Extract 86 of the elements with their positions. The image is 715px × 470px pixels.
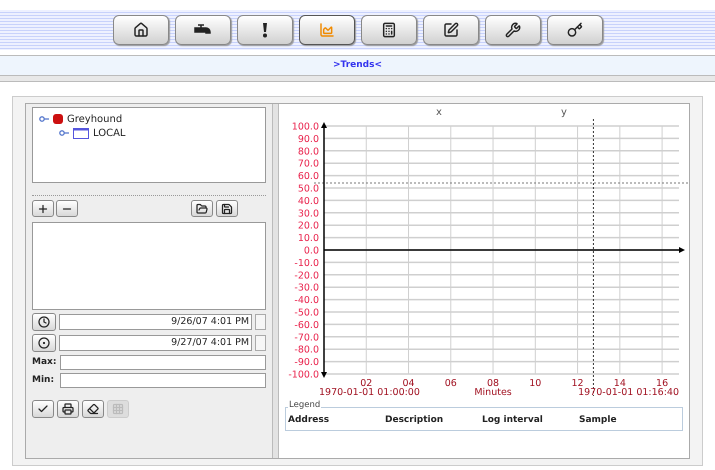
faucet-icon (194, 23, 212, 37)
y-tick-label: 100.0 (292, 122, 319, 132)
legend-column-header: Description (385, 414, 444, 426)
y-tick-label: -100.0 (288, 370, 319, 380)
toolbar-button[interactable] (191, 200, 214, 217)
toolbar-button[interactable] (298, 15, 354, 45)
end-time-label: 1970-01-01 01:16:40 (578, 387, 679, 398)
x-tick-label: 10 (529, 378, 542, 389)
wrench-icon (504, 22, 520, 38)
input-field[interactable] (60, 373, 266, 388)
legend-column-header: Address (288, 414, 330, 426)
y-tick-label: 80.0 (298, 146, 319, 158)
toolbar-button[interactable] (32, 200, 54, 217)
y-tick-label: 60.0 (298, 171, 319, 182)
key-icon (566, 22, 582, 38)
date-field[interactable]: 9/26/07 4:01 PM (59, 314, 252, 330)
area-chart-icon (318, 22, 334, 38)
x-tick-label: 12 (572, 378, 584, 389)
window-icon (73, 128, 89, 138)
toolbar-button[interactable] (546, 15, 602, 45)
tree-item[interactable]: LOCAL (93, 126, 126, 140)
toolbar-button[interactable] (112, 15, 168, 45)
y-tick-label: 90.0 (298, 134, 319, 145)
x-tick-label: 16 (656, 378, 668, 389)
action-button[interactable] (82, 400, 104, 418)
toolbar-button[interactable] (360, 15, 416, 45)
date-field[interactable]: 9/27/07 4:01 PM (59, 335, 252, 351)
field-label: Min: (32, 374, 56, 387)
toolbar-button[interactable] (56, 200, 78, 217)
input-field[interactable] (60, 355, 266, 370)
y-tick-label: -80.0 (294, 344, 319, 356)
legend-column-header: Sample (579, 414, 618, 426)
page-title: >Trends< (333, 58, 382, 72)
grid-icon (112, 403, 124, 415)
tree-handle-icon (59, 129, 69, 137)
y-tick-label: -30.0 (294, 282, 319, 294)
time-button[interactable] (32, 313, 56, 331)
edit-icon (442, 22, 458, 38)
y-tick-label: -60.0 (294, 320, 319, 331)
date-value: 9/26/07 4:01 PM (171, 314, 250, 329)
x-tick-label: 06 (444, 378, 457, 389)
save-icon (221, 202, 234, 214)
y-tick-label: 10.0 (298, 233, 319, 244)
y-tick-label: 20.0 (298, 220, 319, 232)
toolbar-button[interactable] (422, 15, 478, 45)
y-tick-label: 0.0 (304, 246, 319, 256)
calculator-icon (380, 22, 396, 38)
toolbar-button[interactable] (236, 15, 292, 45)
folder-icon (196, 202, 208, 214)
check-icon (37, 403, 49, 415)
y-tick-label: 40.0 (298, 196, 319, 207)
legend-column-header: Log interval (482, 414, 544, 426)
cursor-label: y (561, 107, 567, 118)
eraser-icon (87, 403, 99, 415)
start-time-label: 1970-01-01 01:00:00 (319, 387, 420, 398)
y-tick-label: -50.0 (294, 308, 319, 318)
x-tick-label: 04 (402, 378, 415, 389)
y-tick-label: -40.0 (294, 295, 319, 306)
date-value: 9/27/07 4:01 PM (171, 336, 250, 350)
y-tick-label: 70.0 (298, 158, 319, 170)
toolbar-button[interactable] (174, 15, 230, 45)
exclamation-icon (260, 22, 268, 38)
x-tick-label: 14 (614, 378, 626, 389)
database-icon (53, 113, 63, 125)
action-button[interactable] (32, 400, 54, 418)
y-tick-label: -90.0 (294, 357, 319, 368)
y-tick-label: 30.0 (298, 208, 319, 220)
legend-title: Legend (288, 401, 322, 410)
x-tick-label: 08 (487, 378, 500, 389)
plus-icon (37, 202, 49, 214)
y-tick-label: -70.0 (294, 332, 319, 344)
tree-handle-icon (39, 115, 49, 123)
x-tick-label: 02 (360, 378, 372, 389)
toolbar-button[interactable] (216, 200, 238, 217)
cursor-label: x (436, 107, 442, 118)
house-icon (132, 22, 148, 38)
time-button[interactable] (32, 334, 56, 352)
printer-icon (62, 403, 74, 415)
toolbar-button[interactable] (484, 15, 540, 45)
action-button[interactable] (57, 400, 79, 418)
y-tick-label: -20.0 (294, 270, 319, 282)
tree-item[interactable]: Greyhound (67, 112, 122, 126)
y-tick-label: 50.0 (298, 184, 319, 194)
x-axis-title: Minutes (474, 387, 512, 398)
field-label: Max: (32, 356, 58, 369)
y-tick-label: -10.0 (294, 258, 319, 269)
